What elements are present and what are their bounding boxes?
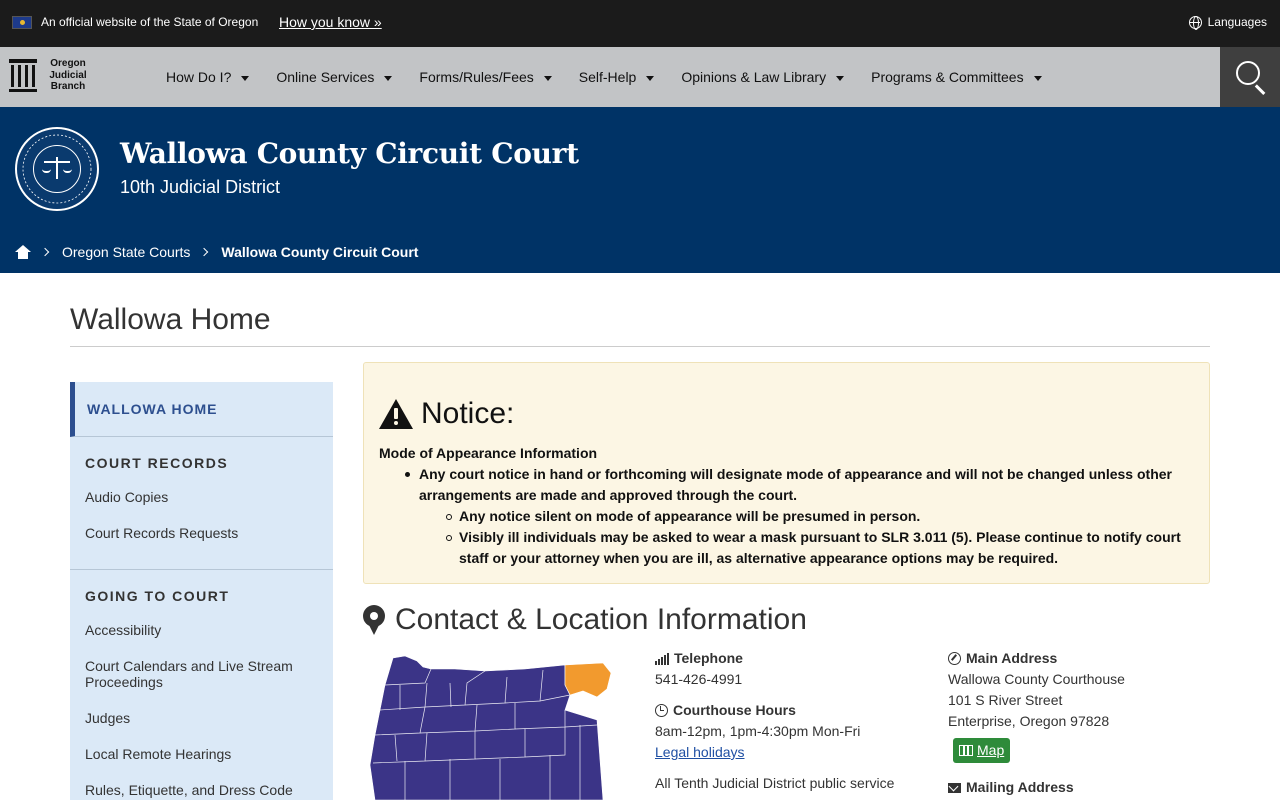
oregon-judicial-branch-logo[interactable]: Oregon Judicial Branch <box>9 58 91 93</box>
service-note: All Tenth Judicial District public servi… <box>655 775 895 791</box>
caret-down-icon <box>241 75 250 81</box>
home-icon[interactable] <box>15 245 31 259</box>
sidebar-item-court-calendars[interactable]: Court Calendars and Live Stream Proceedi… <box>85 658 333 690</box>
breadcrumb-oregon-state-courts[interactable]: Oregon State Courts <box>62 244 190 260</box>
logo-text: Oregon Judicial Branch <box>49 58 87 92</box>
notice-body: Mode of Appearance Information Any court… <box>379 443 1194 569</box>
main-nav-menu: How Do I? Online Services Forms/Rules/Fe… <box>166 47 1069 107</box>
notice-heading-text: Notice: <box>421 397 515 430</box>
sidebar-item-rules-etiquette[interactable]: Rules, Etiquette, and Dress Code <box>85 782 333 798</box>
map-icon <box>959 745 973 756</box>
page-title: Wallowa Home <box>70 303 271 336</box>
sidebar-item-court-records-requests[interactable]: Court Records Requests <box>85 525 333 541</box>
hours-label: Courthouse Hours <box>655 700 915 721</box>
address-line: Enterprise, Oregon 97828 <box>948 713 1110 729</box>
sidebar-section-going-to-court: GOING TO COURT Accessibility Court Calen… <box>70 570 333 800</box>
oregon-county-map <box>365 655 615 800</box>
notice-sublist-item: Any notice silent on mode of appearance … <box>419 506 1194 527</box>
courthouse-hours: 8am-12pm, 1pm-4:30pm Mon-Fri <box>655 723 861 739</box>
oregon-map-svg <box>369 655 612 800</box>
caret-down-icon <box>836 75 845 81</box>
contact-phone-hours: Telephone 541-426-4991 Courthouse Hours … <box>655 648 915 794</box>
nav-item-forms-rules-fees[interactable]: Forms/Rules/Fees <box>419 69 552 85</box>
sidebar-item-accessibility[interactable]: Accessibility <box>85 622 333 638</box>
address-line: 101 S River Street <box>948 692 1063 708</box>
sidebar-section-court-records: COURT RECORDS Audio Copies Court Records… <box>70 437 333 570</box>
sidebar-heading: COURT RECORDS <box>85 455 229 471</box>
courthouse-columns-icon <box>9 58 37 92</box>
clock-icon <box>655 704 668 717</box>
telephone-label: Telephone <box>655 648 915 669</box>
nav-item-self-help[interactable]: Self-Help <box>579 69 655 85</box>
how-you-know-link[interactable]: How you know » <box>279 14 382 30</box>
map-button[interactable]: Map <box>953 738 1011 763</box>
contact-heading: Contact & Location Information <box>363 603 807 637</box>
globe-icon <box>1188 15 1202 30</box>
notice-sublist-item: Visibly ill individuals may be asked to … <box>419 527 1194 569</box>
mailing-address-label: Mailing Address <box>948 777 1198 798</box>
breadcrumb: Oregon State Courts Wallowa County Circu… <box>15 244 418 260</box>
oregon-flag-icon <box>12 16 32 29</box>
nav-item-opinions-law-library[interactable]: Opinions & Law Library <box>681 69 845 85</box>
court-subtitle: 10th Judicial District <box>120 177 281 197</box>
contact-address: Main Address Wallowa County Courthouse 1… <box>948 648 1198 798</box>
signal-icon <box>655 652 669 665</box>
main-address-label: Main Address <box>948 648 1198 669</box>
sidebar-item-audio-copies[interactable]: Audio Copies <box>85 489 333 505</box>
contact-heading-text: Contact & Location Information <box>395 603 807 636</box>
map-marker-icon <box>363 605 385 635</box>
telephone-number[interactable]: 541-426-4991 <box>655 669 915 690</box>
notice-box: Notice: Mode of Appearance Information A… <box>363 362 1210 584</box>
notice-intro: Mode of Appearance Information <box>379 445 598 461</box>
caret-down-icon <box>646 75 655 81</box>
nav-item-online-services[interactable]: Online Services <box>276 69 393 85</box>
official-website-text: An official website of the State of Oreg… <box>41 15 259 29</box>
nav-item-how-do-i[interactable]: How Do I? <box>166 69 250 85</box>
divider <box>70 346 1210 347</box>
notice-list-item: Any court notice in hand or forthcoming … <box>379 464 1194 506</box>
languages-button[interactable]: Languages <box>1188 15 1267 30</box>
warning-icon <box>379 399 413 429</box>
caret-down-icon <box>384 75 393 81</box>
sidebar-item-local-remote-hearings[interactable]: Local Remote Hearings <box>85 746 333 762</box>
compass-icon <box>948 652 961 665</box>
notice-heading: Notice: <box>379 397 514 431</box>
sidebar: WALLOWA HOME COURT RECORDS Audio Copies … <box>70 382 333 800</box>
main-navigation-bar: Oregon Judicial Branch How Do I? Online … <box>0 47 1280 107</box>
address-line: Wallowa County Courthouse <box>948 671 1125 687</box>
caret-down-icon <box>1033 75 1042 81</box>
court-banner: Wallowa County Circuit Court 10th Judici… <box>0 107 1280 273</box>
legal-holidays-link[interactable]: Legal holidays <box>655 744 745 760</box>
search-button[interactable] <box>1220 47 1280 107</box>
sidebar-item-judges[interactable]: Judges <box>85 710 333 726</box>
languages-label: Languages <box>1207 15 1267 29</box>
notice-sublist: Any notice silent on mode of appearance … <box>379 506 1194 569</box>
judicial-department-seal <box>15 127 99 211</box>
official-banner: An official website of the State of Oreg… <box>0 0 1280 47</box>
envelope-icon <box>948 782 961 793</box>
search-icon <box>1236 61 1260 85</box>
sidebar-heading: GOING TO COURT <box>85 588 230 604</box>
caret-down-icon <box>543 75 552 81</box>
breadcrumb-current: Wallowa County Circuit Court <box>221 244 419 260</box>
court-title: Wallowa County Circuit Court <box>120 137 579 170</box>
sidebar-item-wallowa-home[interactable]: WALLOWA HOME <box>70 382 333 437</box>
chevron-right-icon <box>40 247 50 257</box>
chevron-right-icon <box>200 247 209 257</box>
nav-item-programs-committees[interactable]: Programs & Committees <box>871 69 1042 85</box>
